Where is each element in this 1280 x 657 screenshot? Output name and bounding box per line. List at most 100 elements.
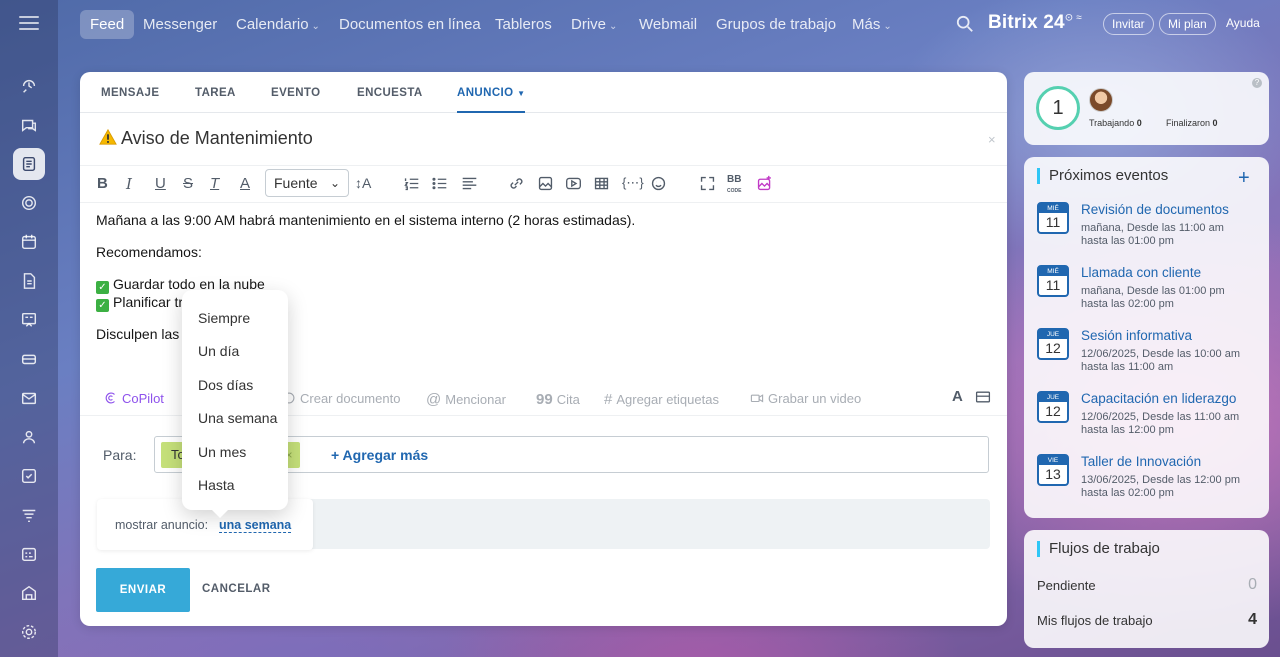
fullscreen-icon[interactable] [699, 175, 716, 196]
table-icon[interactable] [593, 175, 610, 196]
send-button[interactable]: ENVIAR [96, 568, 190, 612]
rail-mail-icon[interactable] [13, 382, 45, 414]
my-workflows-row[interactable]: Mis flujos de trabajo 4 [1037, 611, 1257, 628]
search-icon[interactable] [956, 15, 974, 33]
brand-logo[interactable]: Bitrix 24⊙ ≈ [988, 12, 1082, 34]
quote-button[interactable]: 99 Cita [536, 391, 580, 408]
create-document-button[interactable]: Crear documento [282, 391, 400, 406]
rail-feed-icon[interactable] [13, 148, 45, 180]
event-title[interactable]: Llamada con cliente [1081, 265, 1201, 280]
tab-task[interactable]: TAREA [195, 87, 236, 99]
numbered-list-icon[interactable] [403, 175, 420, 196]
rail-groups-icon[interactable] [13, 421, 45, 453]
top-bar: Feed Messenger Calendario ⌄ Documentos en… [58, 0, 1280, 50]
clear-format-icon[interactable]: T [210, 175, 219, 192]
help-icon[interactable]: ? [1252, 78, 1262, 88]
menu-item-until[interactable]: Hasta [198, 477, 235, 493]
bbcode-icon[interactable]: BB CODE [727, 175, 741, 196]
body-line[interactable]: ✓ Planificar tr [96, 294, 183, 312]
align-icon[interactable] [461, 175, 478, 196]
pending-workflows-row[interactable]: Pendiente 0 [1037, 576, 1257, 593]
emoji-icon[interactable] [650, 175, 667, 196]
rail-booking-icon[interactable] [13, 538, 45, 570]
tags-button[interactable]: # Agregar etiquetas [604, 391, 719, 408]
event-item[interactable]: JUE 12 Sesión informativa 12/06/2025, Des… [1037, 328, 1262, 383]
rail-settings-icon[interactable] [13, 616, 45, 648]
event-title[interactable]: Revisión de documentos [1081, 202, 1229, 217]
post-title-input[interactable]: Aviso de Mantenimiento [121, 128, 313, 149]
nav-workgroups[interactable]: Grupos de trabajo [716, 10, 836, 39]
italic-icon[interactable]: I [126, 175, 132, 193]
bullet-list-icon[interactable] [431, 175, 448, 196]
menu-item-always[interactable]: Siempre [198, 310, 250, 326]
work-time-widget: 1 Trabajando 0 Finalizaron 0 ? [1024, 72, 1269, 145]
tab-event[interactable]: EVENTO [271, 87, 320, 99]
menu-item-one-day[interactable]: Un día [198, 343, 239, 359]
underline-icon[interactable]: U [155, 175, 166, 192]
strikethrough-icon[interactable]: S [183, 175, 193, 192]
image-icon[interactable] [537, 175, 554, 196]
rail-shop-icon[interactable] [13, 577, 45, 609]
body-line[interactable]: Mañana a las 9:00 AM habrá mantenimiento… [96, 212, 635, 228]
tab-poll[interactable]: ENCUESTA [357, 87, 423, 99]
cancel-button[interactable]: CANCELAR [202, 583, 271, 595]
avatar[interactable] [1089, 88, 1113, 112]
workflows-title[interactable]: Flujos de trabajo [1037, 541, 1160, 557]
close-icon[interactable]: × [988, 132, 996, 147]
record-video-button[interactable]: Grabar un video [750, 391, 861, 406]
upcoming-events-title[interactable]: Próximos eventos [1037, 168, 1168, 184]
body-line[interactable]: Recomendamos: [96, 244, 202, 260]
menu-item-one-month[interactable]: Un mes [198, 444, 246, 460]
nav-boards[interactable]: Tableros [495, 10, 552, 39]
menu-item-two-days[interactable]: Dos días [198, 377, 253, 393]
copilot-button[interactable]: CoPilot [104, 391, 164, 406]
rail-chat-icon[interactable] [13, 109, 45, 141]
event-title[interactable]: Sesión informativa [1081, 328, 1192, 343]
nav-online-docs[interactable]: Documentos en línea [339, 10, 481, 39]
text-format-icon[interactable]: A [952, 388, 963, 405]
event-item[interactable]: MIÉ 11 Llamada con cliente mañana, Desde … [1037, 265, 1262, 320]
event-item[interactable]: JUE 12 Capacitación en liderazgo 12/06/20… [1037, 391, 1262, 446]
code-icon[interactable]: {⋯} [622, 175, 644, 191]
nav-messenger[interactable]: Messenger [143, 10, 217, 39]
help-link[interactable]: Ayuda [1226, 16, 1260, 30]
rail-drive-icon[interactable] [13, 343, 45, 375]
add-more-recipients-link[interactable]: + Agregar más [331, 447, 428, 463]
nav-webmail[interactable]: Webmail [639, 10, 697, 39]
mention-button[interactable]: @ Mencionar [426, 391, 506, 408]
menu-item-one-week[interactable]: Una semana [198, 410, 277, 426]
font-size-icon[interactable]: ↕A [355, 175, 371, 191]
rail-tasks-icon[interactable] [13, 460, 45, 492]
rail-boards-icon[interactable] [13, 304, 45, 336]
tab-message[interactable]: MENSAJE [101, 87, 159, 99]
ai-image-icon[interactable] [756, 175, 773, 196]
add-event-button[interactable]: + [1238, 167, 1250, 190]
rail-sitebot-icon[interactable] [13, 70, 45, 102]
nav-calendar[interactable]: Calendario ⌄ [236, 10, 320, 39]
event-item[interactable]: MIÉ 11 Revisión de documentos mañana, Des… [1037, 202, 1262, 257]
font-color-icon[interactable]: A [240, 175, 250, 192]
tab-announcement[interactable]: ANUNCIO ▼ [457, 87, 526, 113]
my-plan-button[interactable]: Mi plan [1159, 13, 1216, 35]
video-icon[interactable] [565, 175, 582, 196]
copilot-icon [105, 392, 115, 404]
rail-copilot-icon[interactable] [13, 187, 45, 219]
bold-icon[interactable]: B [97, 175, 108, 192]
nav-drive[interactable]: Drive ⌄ [571, 10, 617, 39]
event-title[interactable]: Taller de Innovación [1081, 454, 1201, 469]
work-counter[interactable]: 1 [1036, 86, 1080, 130]
invite-button[interactable]: Invitar [1103, 13, 1154, 35]
duration-selector[interactable]: una semana [219, 518, 292, 533]
rail-crm-icon[interactable] [13, 499, 45, 531]
event-item[interactable]: VIE 13 Taller de Innovación 13/06/2025, D… [1037, 454, 1262, 509]
rail-calendar-icon[interactable] [13, 226, 45, 258]
font-family-select[interactable]: Fuente ⌄ [265, 169, 349, 197]
visual-editor-icon[interactable] [975, 389, 995, 406]
nav-feed[interactable]: Feed [80, 10, 135, 39]
link-icon[interactable] [508, 175, 525, 196]
rail-docs-icon[interactable] [13, 265, 45, 297]
menu-icon[interactable] [19, 16, 39, 30]
nav-more[interactable]: Más ⌄ [852, 10, 892, 39]
event-title[interactable]: Capacitación en liderazgo [1081, 391, 1236, 406]
body-line[interactable]: Disculpen las [96, 326, 179, 342]
